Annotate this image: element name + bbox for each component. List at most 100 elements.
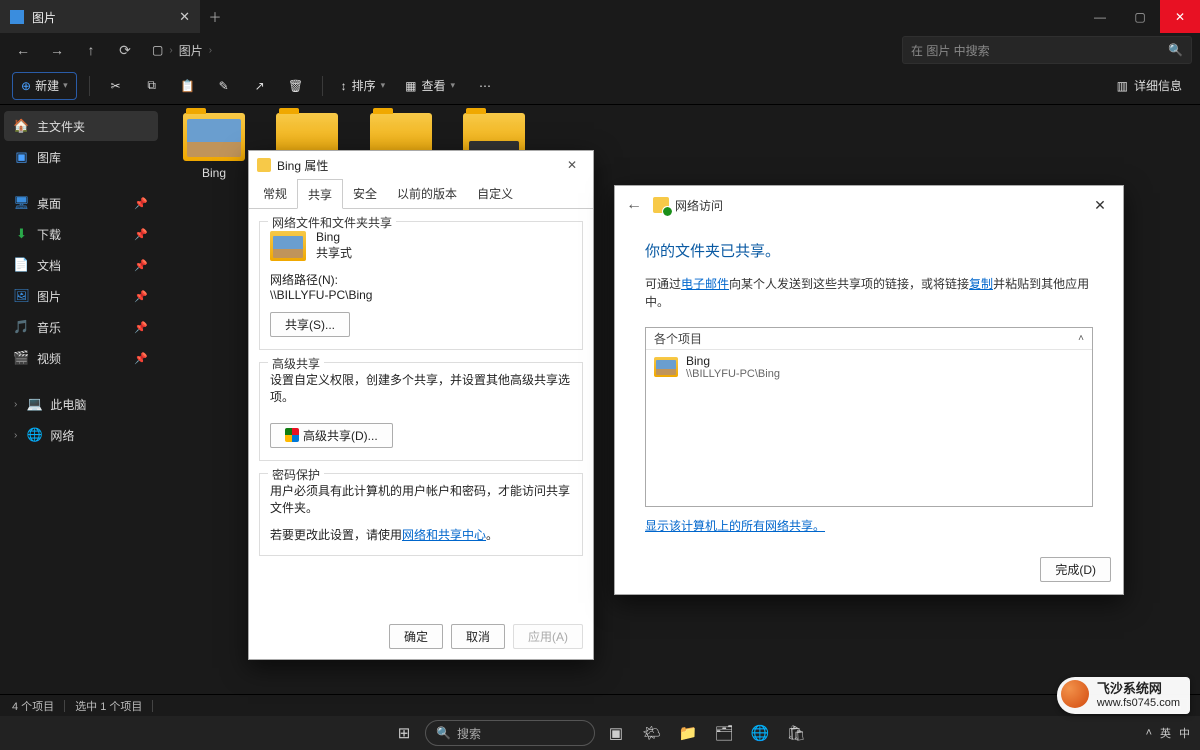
taskbar-edge[interactable]: 🌐 [745,718,775,748]
ime-abbr[interactable]: 中 [1179,725,1190,741]
desktop-icon: 🖥 [14,196,29,211]
minimize-button[interactable]: — [1080,0,1120,33]
sidebar-item-gallery[interactable]: ▣图库 [4,142,158,172]
sidebar-item-pictures[interactable]: 🖼图片📌 [4,281,158,311]
start-button[interactable]: ⊞ [389,718,419,748]
cut-button[interactable]: ✂ [102,72,130,100]
close-window-button[interactable]: ✕ [1160,0,1200,33]
title-bar: 图片 ✕ ＋ — ▢ ✕ [0,0,1200,33]
search-input[interactable]: 在 图片 中搜索 🔍 [902,36,1192,64]
tray-chevron-icon[interactable]: ˄ [1146,727,1152,739]
new-tab-button[interactable]: ＋ [200,7,230,26]
sidebar-item-downloads[interactable]: ⬇下载📌 [4,219,158,249]
up-button[interactable]: ↑ [76,36,106,64]
forward-button[interactable]: → [42,36,72,64]
maximize-button[interactable]: ▢ [1120,0,1160,33]
sidebar-item-videos[interactable]: 🎬视频📌 [4,343,158,373]
separator [64,700,65,712]
text: 。 [486,528,498,542]
search-placeholder: 在 图片 中搜索 [911,42,990,59]
tab-previous-versions[interactable]: 以前的版本 [387,179,467,208]
sidebar-label: 主文件夹 [37,118,85,135]
network-center-link[interactable]: 网络和共享中心 [402,528,486,542]
new-label: 新建 [35,77,59,94]
list-header-label: 各个项目 [654,330,702,347]
rename-button[interactable]: ✎ [210,72,238,100]
group-password-protect: 密码保护 用户必须具有此计算机的用户帐户和密码，才能访问共享文件夹。 若要更改此… [259,473,583,556]
sidebar-item-home[interactable]: 🏠 主文件夹 [4,111,158,141]
sidebar-item-music[interactable]: 🎵音乐📌 [4,312,158,342]
view-button[interactable]: ▦ 查看 ▾ [399,72,461,100]
sidebar-item-desktop[interactable]: 🖥桌面📌 [4,188,158,218]
password-desc: 用户必须具有此计算机的用户帐户和密码，才能访问共享文件夹。 [270,482,572,516]
dialog-titlebar[interactable]: Bing 属性 ✕ [249,151,593,179]
text: 向某个人发送到这些共享项的链接，或将链接 [729,277,969,291]
share-button[interactable]: ↗ [246,72,274,100]
tab-label: 图片 [32,9,56,26]
task-view-button[interactable]: ▣ [601,718,631,748]
delete-button[interactable]: 🗑 [282,72,310,100]
done-button[interactable]: 完成(D) [1040,557,1111,582]
music-icon: 🎵 [14,320,29,335]
taskbar-app[interactable]: 📁 [673,718,703,748]
back-button[interactable]: ← [8,36,38,64]
sort-button[interactable]: ↕ 排序 ▾ [335,72,392,100]
sidebar-item-documents[interactable]: 📄文档📌 [4,250,158,280]
shared-items-list: 各个项目 ˄ Bing \\BILLYFU-PC\Bing [645,327,1093,507]
back-button[interactable]: ← [621,192,647,218]
copy-link[interactable]: 复制 [969,277,993,291]
toolbar: ⊕ 新建 ▾ ✂ ⧉ 📋 ✎ ↗ 🗑 ↕ 排序 ▾ ▦ 查看 ▾ ⋯ ▥ 详细信… [0,67,1200,105]
network-path: \\BILLYFU-PC\Bing [270,288,572,302]
list-item[interactable]: Bing \\BILLYFU-PC\Bing [646,350,1092,384]
show-all-shares-link[interactable]: 显示该计算机上的所有网络共享。 [645,519,825,533]
ok-button[interactable]: 确定 [389,624,443,649]
collapse-icon[interactable]: ˄ [1078,333,1084,344]
advanced-share-button[interactable]: 高级共享(D)... [270,423,393,448]
text: 若要更改此设置，请使用 [270,528,402,542]
email-link[interactable]: 电子邮件 [681,277,729,291]
group-network-sharing: 网络文件和文件夹共享 Bing 共享式 网络路径(N): \\BILLYFU-P… [259,221,583,350]
sidebar-item-this-pc[interactable]: ›💻此电脑 [4,389,158,419]
taskbar-search[interactable]: 🔍搜索 [425,720,595,746]
sidebar-label: 此电脑 [50,396,86,413]
sort-icon: ↕ [341,79,347,93]
folder-bing[interactable]: Bing [172,113,256,180]
separator [89,76,90,96]
paste-button[interactable]: 📋 [174,72,202,100]
new-button[interactable]: ⊕ 新建 ▾ [12,72,77,100]
path-label: 网络路径(N): [270,271,572,288]
taskbar-app[interactable]: 🌤 [637,718,667,748]
breadcrumb-item[interactable]: 图片 [179,42,203,59]
sort-label: 排序 [352,77,376,94]
taskbar-store[interactable]: 🛍 [781,718,811,748]
share-button[interactable]: 共享(S)... [270,312,350,337]
cancel-button[interactable]: 取消 [451,624,505,649]
tab-share[interactable]: 共享 [297,179,343,209]
more-button[interactable]: ⋯ [471,72,499,100]
tab-general[interactable]: 常规 [253,179,297,208]
sidebar-label: 视频 [37,350,61,367]
status-bar: 4 个项目 选中 1 个项目 ≡ ▦ [0,694,1200,716]
nav-bar: ← → ↑ ⟳ ▢ › 图片 › 在 图片 中搜索 🔍 [0,33,1200,67]
breadcrumb[interactable]: ▢ › 图片 › [152,42,212,59]
watermark-url: www.fs0745.com [1097,697,1180,709]
taskbar-explorer[interactable]: 🗂 [709,718,739,748]
details-pane-button[interactable]: ▥ 详细信息 [1111,72,1188,100]
advanced-share-label: 高级共享(D)... [303,429,378,443]
copy-button[interactable]: ⧉ [138,72,166,100]
details-label: 详细信息 [1134,77,1182,94]
window-tab[interactable]: 图片 ✕ [0,0,200,33]
tab-customize[interactable]: 自定义 [467,179,523,208]
dialog-head-title: 网络访问 [675,197,723,214]
refresh-button[interactable]: ⟳ [110,36,140,64]
sidebar-item-network[interactable]: ›🌐网络 [4,420,158,450]
close-icon[interactable]: ✕ [557,154,587,176]
close-tab-icon[interactable]: ✕ [179,9,190,25]
ime-lang[interactable]: 英 [1160,725,1171,741]
home-icon: 🏠 [14,119,29,134]
close-icon[interactable]: ✕ [1083,192,1117,218]
list-header[interactable]: 各个项目 ˄ [646,328,1092,350]
tab-security[interactable]: 安全 [343,179,387,208]
pin-icon: 📌 [134,228,148,241]
apply-button: 应用(A) [513,624,583,649]
